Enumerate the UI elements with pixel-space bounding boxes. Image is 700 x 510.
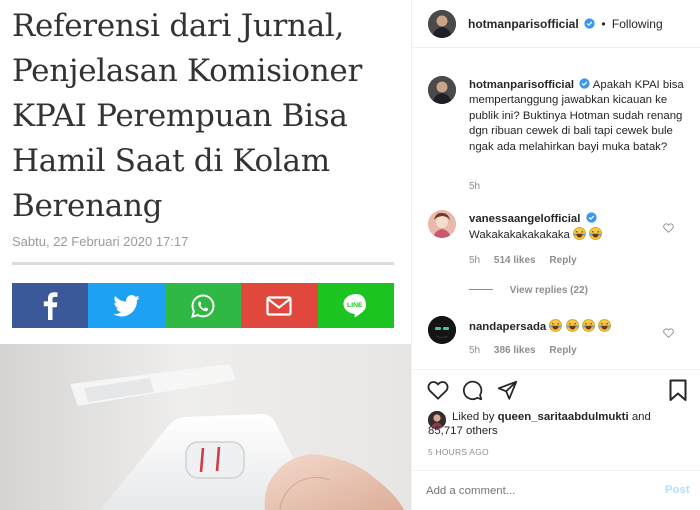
comment-bubble-icon — [463, 380, 483, 401]
article-title-line: Referensi dari Jurnal, — [12, 8, 345, 44]
laughing-emoji-icon — [589, 227, 603, 245]
pregnancy-test-illustration — [0, 344, 411, 510]
twitter-icon — [113, 294, 140, 316]
comments-list: hotmanparisofficial Apakah KPAI bisa mem… — [412, 48, 700, 368]
avatar[interactable] — [428, 210, 456, 238]
likes-count[interactable]: 85,717 others — [428, 425, 498, 437]
comment-likes[interactable]: 514 likes — [494, 255, 536, 266]
comment-time[interactable]: 5h — [469, 345, 480, 356]
post-header: hotmanparisofficial • Following — [412, 0, 700, 48]
caption: hotmanparisofficial Apakah KPAI bisa mem… — [469, 78, 687, 155]
reply-button[interactable]: Reply — [549, 255, 576, 266]
share-line-button[interactable]: LINE — [317, 283, 395, 328]
header-meta: hotmanparisofficial • Following — [468, 17, 663, 31]
laughing-emoji-icon — [565, 319, 579, 337]
divider — [12, 262, 394, 265]
facebook-icon — [44, 291, 58, 320]
post-actions: Liked by queen_saritaabdulmukti and 85,7… — [412, 369, 700, 465]
profile-photo — [428, 76, 456, 104]
post-comment-button[interactable]: Post — [665, 484, 690, 496]
like-comment-heart-icon[interactable] — [663, 325, 674, 343]
verified-badge-icon — [585, 212, 597, 223]
view-replies-label: View replies (22) — [509, 285, 588, 296]
profile-photo — [428, 10, 456, 38]
comment-meta: 5h 386 likes Reply — [469, 345, 588, 356]
caption-meta: 5h — [469, 181, 491, 192]
share-bar: LINE — [12, 283, 395, 328]
share-email-button[interactable] — [241, 283, 318, 328]
post-timestamp[interactable]: 5 HOURS AGO — [428, 447, 489, 457]
line-icon: LINE — [343, 293, 366, 317]
add-comment-bar: Post — [412, 470, 700, 510]
avatar[interactable] — [428, 316, 456, 344]
comment-meta: 5h 514 likes Reply — [469, 255, 588, 266]
article-title-line: Penjelasan Komisioner — [12, 53, 362, 89]
comment-time[interactable]: 5h — [469, 255, 480, 266]
line-label: LINE — [347, 302, 363, 309]
article-date: Sabtu, 22 Februari 2020 17:17 — [12, 234, 189, 249]
liked-by-prefix: Liked by — [452, 411, 495, 423]
like-comment-heart-icon[interactable] — [663, 220, 674, 238]
header-username[interactable]: hotmanparisofficial — [468, 17, 579, 31]
mail-icon — [266, 295, 293, 316]
article-title-line: Hamil Saat di Kolam — [12, 143, 330, 179]
whatsapp-icon — [191, 293, 215, 318]
save-button[interactable] — [669, 379, 687, 407]
comment: nandapersada — [469, 319, 669, 337]
article-title: Referensi dari Jurnal, Penjelasan Komisi… — [12, 4, 404, 229]
comment-username[interactable]: nandapersada — [469, 321, 546, 333]
comment-likes[interactable]: 386 likes — [494, 345, 536, 356]
likes-summary: Liked by queen_saritaabdulmukti and — [452, 410, 692, 425]
article-title-line: KPAI Perempuan Bisa — [12, 98, 348, 134]
laughing-emoji-icon — [573, 227, 586, 245]
article-panel: Referensi dari Jurnal, Penjelasan Komisi… — [0, 0, 411, 510]
verified-badge-icon — [584, 18, 595, 29]
comment: vanessaangelofficial Wakakakakakakaka — [469, 212, 669, 246]
caption-username[interactable]: hotmanparisofficial — [469, 79, 574, 91]
share-facebook-button[interactable] — [12, 283, 89, 328]
header-separator: • — [601, 17, 606, 31]
article-photo — [0, 344, 411, 510]
paper-plane-icon — [497, 380, 518, 400]
instagram-panel: hotmanparisofficial • Following hotmanpa… — [411, 0, 700, 510]
share-whatsapp-button[interactable] — [164, 283, 242, 328]
avatar[interactable] — [428, 10, 456, 38]
avatar[interactable] — [428, 76, 456, 104]
liked-by-and: and — [631, 411, 651, 423]
comment-input[interactable] — [426, 481, 646, 501]
comment-text: Wakakakakakakaka — [469, 229, 570, 242]
profile-photo — [428, 210, 456, 238]
caption-time[interactable]: 5h — [469, 181, 480, 192]
liked-by-user[interactable]: queen_saritaabdulmukti — [498, 411, 629, 423]
comment-button[interactable] — [462, 380, 483, 406]
like-button[interactable] — [427, 380, 449, 405]
bookmark-icon — [669, 379, 687, 401]
profile-photo — [428, 316, 456, 344]
article-title-line: Berenang — [12, 188, 163, 224]
share-twitter-button[interactable] — [88, 283, 165, 328]
share-button[interactable] — [497, 380, 518, 406]
laughing-emoji-icon — [581, 319, 595, 337]
follow-status[interactable]: Following — [612, 17, 663, 31]
reply-button[interactable]: Reply — [549, 345, 576, 356]
laughing-emoji-icon — [549, 319, 563, 337]
comment-username[interactable]: vanessaangelofficial — [469, 213, 580, 225]
heart-icon — [427, 381, 449, 400]
verified-badge-icon — [579, 78, 590, 89]
replies-line — [469, 289, 493, 290]
view-replies-button[interactable]: View replies (22) — [469, 285, 588, 296]
laughing-emoji-icon — [598, 319, 611, 337]
